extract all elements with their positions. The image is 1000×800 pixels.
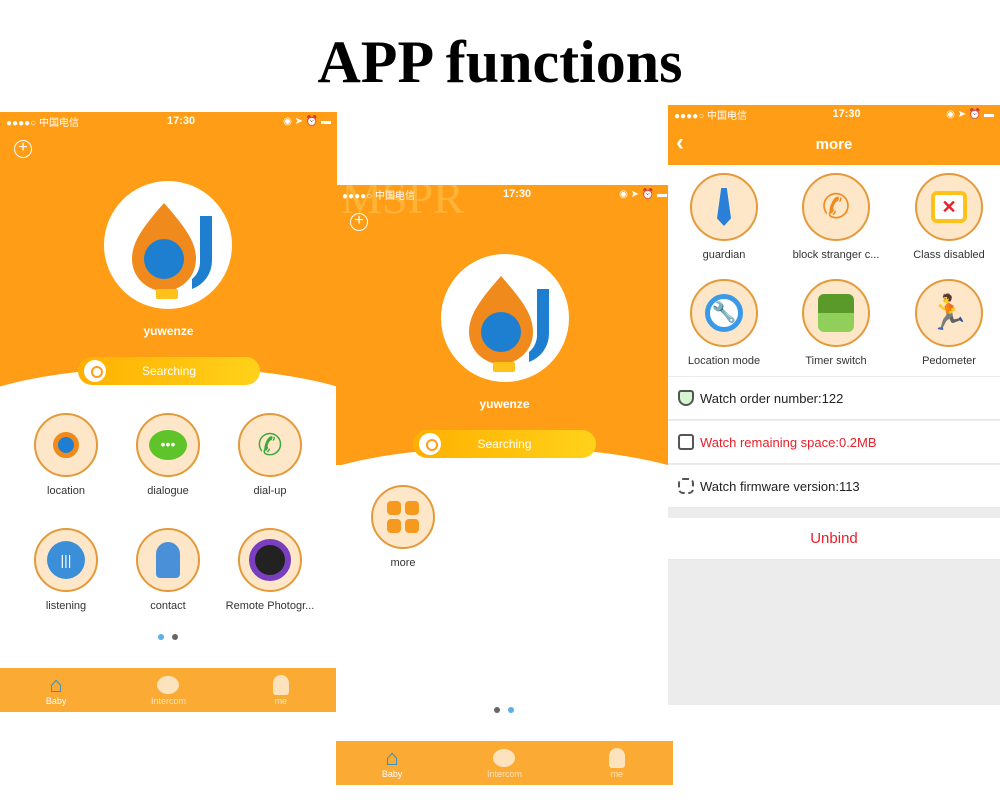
item-class-disabled[interactable]: ✕ Class disabled bbox=[899, 173, 999, 261]
battery-icon: ◉ ➤ ⏰ ▬ bbox=[283, 115, 331, 127]
user-name: yuwenze bbox=[143, 324, 194, 338]
status-bar: ●●●●○ 中国电信 17:30 ◉ ➤ ⏰ ▬ bbox=[6, 115, 331, 129]
add-icon[interactable]: + bbox=[14, 140, 32, 158]
tab-intercom[interactable]: Intercom bbox=[112, 668, 224, 712]
battery-icon: ◉ ➤ ⏰ ▬ bbox=[946, 108, 994, 120]
item-contact[interactable]: contact bbox=[128, 528, 208, 612]
order-number-row: Watch order number:122 bbox=[668, 377, 1000, 420]
tab-baby[interactable]: ⌂ Baby bbox=[336, 741, 448, 785]
location-pin-icon bbox=[84, 360, 106, 382]
puzzle-icon bbox=[678, 478, 694, 494]
item-more[interactable]: more bbox=[363, 485, 443, 569]
item-listening[interactable]: ||| listening bbox=[26, 528, 106, 612]
wrench-pin-icon: 🔧 bbox=[690, 279, 758, 347]
logo-icon bbox=[34, 413, 98, 477]
block-call-icon: ✆ bbox=[802, 173, 870, 241]
tab-intercom[interactable]: Intercom bbox=[448, 741, 560, 785]
person-icon bbox=[561, 747, 673, 769]
item-remote-photo[interactable]: Remote Photogr... bbox=[220, 528, 320, 612]
searching-bar[interactable]: Searching bbox=[413, 430, 596, 458]
location-pin-icon bbox=[419, 433, 441, 455]
unbind-button[interactable]: Unbind bbox=[668, 518, 1000, 560]
item-location-mode[interactable]: 🔧 Location mode bbox=[674, 279, 774, 367]
remaining-space-row: Watch remaining space:0.2MB bbox=[668, 421, 1000, 464]
item-guardian[interactable]: guardian bbox=[674, 173, 774, 261]
status-bar: ●●●●○ 中国电信 17:30 ◉ ➤ ⏰ ▬ bbox=[342, 188, 667, 202]
status-bar: ●●●●○ 中国电信 17:30 ◉ ➤ ⏰ ▬ bbox=[674, 108, 994, 122]
battery-icon: ◉ ➤ ⏰ ▬ bbox=[619, 188, 667, 200]
item-dialogue[interactable]: ••• dialogue bbox=[128, 413, 208, 497]
chat-bubble-icon bbox=[448, 747, 560, 769]
home-screen-page2: MSPR ●●●●○ 中国电信 17:30 ◉ ➤ ⏰ ▬ + yuwenze Se… bbox=[336, 185, 673, 785]
home-screen-page1: ●●●●○ 中国电信 17:30 ◉ ➤ ⏰ ▬ + yuwenze Searchi… bbox=[0, 112, 337, 712]
home-icon: ⌂ bbox=[385, 745, 399, 770]
calendar-x-icon: ✕ bbox=[915, 173, 983, 241]
searching-bar[interactable]: Searching bbox=[78, 357, 260, 385]
more-screen: ●●●●○ 中国电信 17:30 ◉ ➤ ⏰ ▬ ‹ more guardian ✆… bbox=[668, 105, 1000, 705]
person-icon bbox=[225, 674, 337, 696]
item-block-stranger[interactable]: ✆ block stranger c... bbox=[786, 173, 886, 261]
logo-icon bbox=[469, 276, 549, 372]
avatar[interactable] bbox=[104, 181, 232, 309]
page-dot[interactable] bbox=[172, 634, 178, 640]
item-dial-up[interactable]: ✆ dial-up bbox=[230, 413, 310, 497]
avatar[interactable] bbox=[441, 254, 569, 382]
item-location[interactable]: location bbox=[26, 413, 106, 497]
runner-icon: 🏃 bbox=[915, 279, 983, 347]
audio-icon: ||| bbox=[34, 528, 98, 592]
page-dot-active[interactable] bbox=[508, 707, 514, 713]
toggle-icon bbox=[802, 279, 870, 347]
home-icon: ⌂ bbox=[49, 672, 63, 697]
contact-icon bbox=[136, 528, 200, 592]
shield-icon bbox=[678, 390, 694, 406]
item-timer-switch[interactable]: Timer switch bbox=[786, 279, 886, 367]
storage-icon bbox=[678, 434, 694, 450]
page-dot-active[interactable] bbox=[158, 634, 164, 640]
item-pedometer[interactable]: 🏃 Pedometer bbox=[899, 279, 999, 367]
tab-baby[interactable]: ⌂ Baby bbox=[0, 668, 112, 712]
chat-icon: ••• bbox=[136, 413, 200, 477]
tab-me[interactable]: me bbox=[561, 741, 673, 785]
tie-icon bbox=[690, 173, 758, 241]
page-dot[interactable] bbox=[494, 707, 500, 713]
tab-bar: ⌂ Baby Intercom me bbox=[336, 741, 673, 785]
grid-icon bbox=[371, 485, 435, 549]
firmware-version-row: Watch firmware version:113 bbox=[668, 465, 1000, 508]
tab-bar: ⌂ Baby Intercom me bbox=[0, 668, 337, 712]
header-title: more bbox=[815, 136, 853, 153]
add-icon[interactable]: + bbox=[350, 213, 368, 231]
camera-icon bbox=[238, 528, 302, 592]
logo-icon bbox=[132, 203, 212, 299]
page-title: APP functions bbox=[317, 29, 683, 95]
phone-icon: ✆ bbox=[238, 413, 302, 477]
user-name: yuwenze bbox=[479, 397, 530, 411]
tab-me[interactable]: me bbox=[225, 668, 337, 712]
chat-bubble-icon bbox=[112, 674, 224, 696]
